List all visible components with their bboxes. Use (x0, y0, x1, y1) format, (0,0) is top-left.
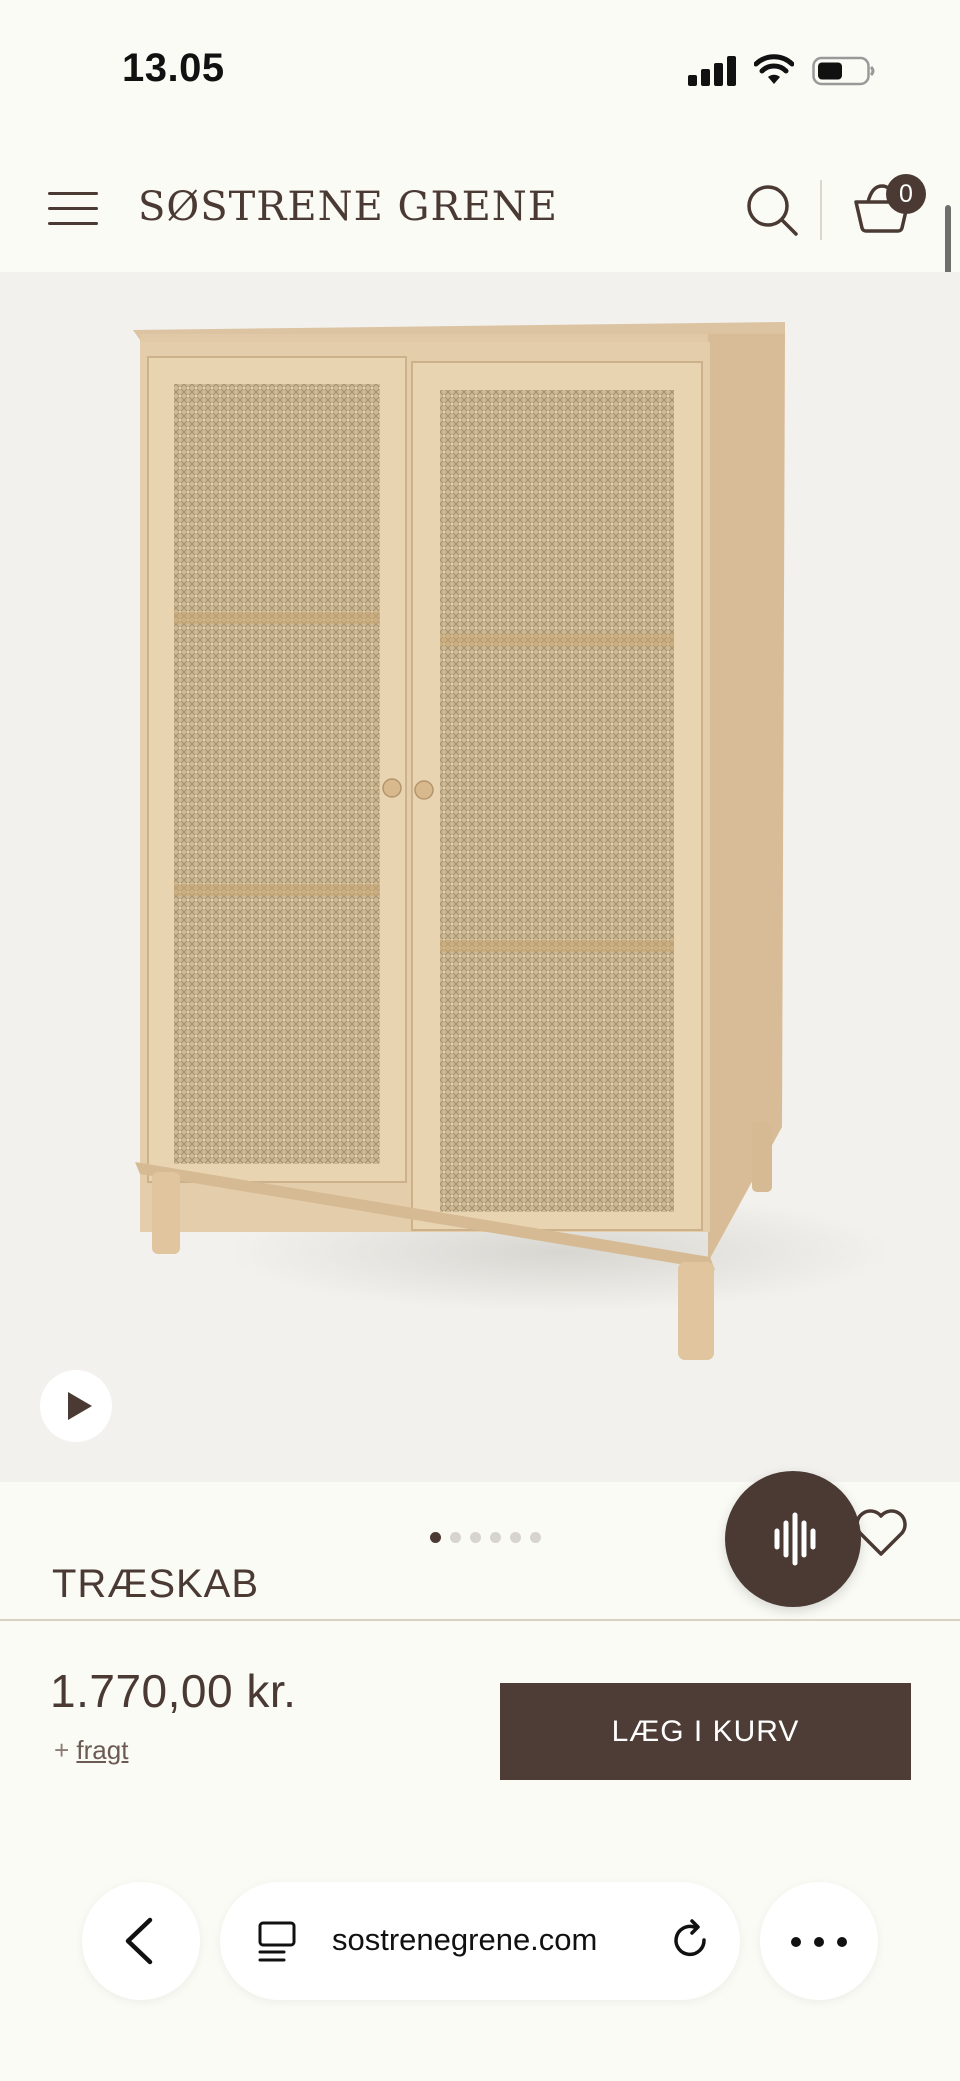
browser-back-button[interactable] (82, 1882, 200, 2000)
carousel-dot[interactable] (490, 1532, 501, 1543)
sound-wave-icon (774, 1512, 816, 1566)
search-icon[interactable] (744, 182, 800, 238)
cellular-signal-icon (688, 56, 738, 86)
basket-count-badge: 0 (886, 174, 926, 214)
product-price: 1.770,00 kr. (50, 1665, 297, 1717)
carousel-pagination[interactable] (430, 1532, 541, 1546)
product-title: TRÆSKAB (52, 1562, 260, 1606)
play-video-button[interactable] (40, 1370, 112, 1442)
carousel-dot[interactable] (430, 1532, 441, 1543)
more-options-button[interactable] (760, 1882, 878, 2000)
hamburger-menu-icon[interactable] (48, 190, 98, 226)
product-image[interactable] (0, 272, 960, 1482)
url-text: sostrenegrene.com (332, 1922, 598, 1957)
address-bar[interactable]: sostrenegrene.com (220, 1882, 740, 2000)
chevron-left-icon (125, 1917, 153, 1965)
shipping-note: + fragt (54, 1735, 128, 1766)
site-logo[interactable]: SØSTRENE GRENE (138, 184, 558, 230)
voice-assistant-button[interactable] (725, 1471, 861, 1607)
browser-toolbar: sostrenegrene.com (0, 1840, 960, 2081)
play-icon (68, 1392, 92, 1420)
status-bar: 13.05 (0, 0, 960, 140)
add-to-cart-button[interactable]: LÆG I KURV (500, 1683, 911, 1780)
site-header: SØSTRENE GRENE 0 (0, 140, 960, 272)
shipping-link[interactable]: fragt (76, 1735, 128, 1765)
shipping-prefix: + (54, 1735, 70, 1765)
carousel-dot[interactable] (510, 1532, 521, 1543)
cabinet-illustration (133, 322, 890, 1360)
status-time: 13.05 (122, 46, 225, 90)
carousel-dot[interactable] (530, 1532, 541, 1543)
reload-icon[interactable] (668, 1918, 714, 1964)
carousel-dot[interactable] (470, 1532, 481, 1543)
battery-icon (812, 56, 875, 86)
header-divider (820, 180, 822, 240)
carousel-dot[interactable] (450, 1532, 461, 1543)
title-divider (0, 1619, 960, 1621)
wifi-icon (754, 54, 794, 84)
tabs-icon (258, 1921, 296, 1962)
